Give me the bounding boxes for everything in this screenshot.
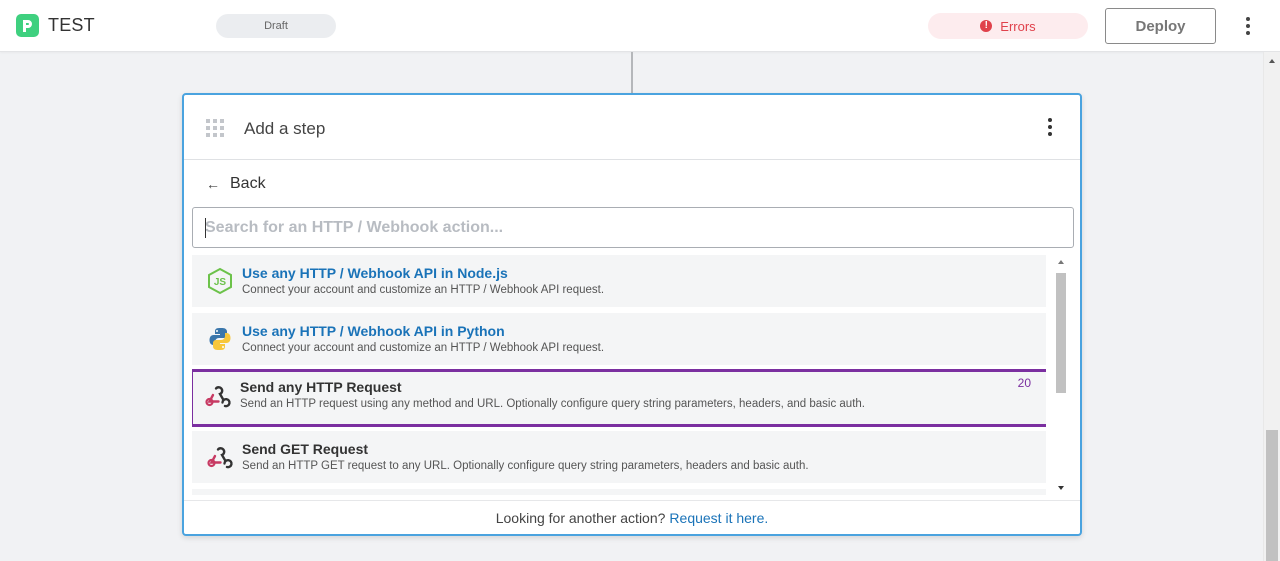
card-footer: Looking for another action? Request it h… xyxy=(184,500,1080,534)
search-field[interactable] xyxy=(192,207,1074,248)
item-description: Send an HTTP request using any method an… xyxy=(240,398,865,410)
page-scrollbar[interactable] xyxy=(1263,52,1280,561)
errors-label: Errors xyxy=(1000,18,1036,34)
item-title: Send GET Request xyxy=(242,441,369,457)
webhook-icon xyxy=(205,386,231,408)
page-scrollbar-thumb[interactable] xyxy=(1266,430,1278,561)
list-scroll-up-icon[interactable] xyxy=(1058,260,1064,264)
list-item[interactable]: Send GET Request Send an HTTP GET reques… xyxy=(192,431,1046,483)
search-input[interactable] xyxy=(193,208,1073,247)
back-button[interactable]: ← Back xyxy=(206,175,266,193)
item-description: Connect your account and customize an HT… xyxy=(242,342,605,354)
more-options-icon[interactable] xyxy=(1240,15,1256,37)
svg-text:JS: JS xyxy=(214,277,227,288)
item-count-badge: 20 xyxy=(1017,376,1031,390)
list-item-partial[interactable] xyxy=(192,489,1046,495)
item-description: Send an HTTP GET request to any URL. Opt… xyxy=(242,460,809,472)
workflow-title[interactable]: TEST xyxy=(48,15,95,36)
item-title: Use any HTTP / Webhook API in Node.js xyxy=(242,265,508,281)
python-icon xyxy=(209,328,231,350)
action-list: JS Use any HTTP / Webhook API in Node.js… xyxy=(192,255,1046,495)
item-title: Use any HTTP / Webhook API in Python xyxy=(242,323,505,339)
card-title: Add a step xyxy=(244,119,326,138)
request-action-link[interactable]: Request it here. xyxy=(669,510,768,526)
item-title: Send any HTTP Request xyxy=(240,379,402,395)
list-scrollbar[interactable] xyxy=(1054,255,1068,495)
footer-text: Looking for another action? xyxy=(495,509,666,526)
back-label: Back xyxy=(230,175,266,192)
list-item[interactable]: Use any HTTP / Webhook API in Python Con… xyxy=(192,313,1046,365)
step-connector-line xyxy=(631,52,633,94)
list-scroll-down-icon[interactable] xyxy=(1058,486,1064,490)
drag-grid-icon[interactable] xyxy=(206,119,224,137)
list-scrollbar-thumb[interactable] xyxy=(1056,273,1066,393)
status-badge: Draft xyxy=(216,14,336,38)
add-step-card: Add a step ← Back JS Use any HTTP / Webh… xyxy=(182,93,1082,536)
card-options-icon[interactable] xyxy=(1042,116,1058,138)
back-arrow-icon: ← xyxy=(206,176,220,192)
card-header: Add a step xyxy=(184,95,1080,160)
top-bar: TEST Draft ! Errors Deploy xyxy=(0,0,1280,52)
error-icon: ! xyxy=(980,20,993,32)
list-item[interactable]: JS Use any HTTP / Webhook API in Node.js… xyxy=(192,255,1046,307)
errors-button[interactable]: ! Errors xyxy=(928,13,1088,39)
text-caret xyxy=(205,218,206,238)
pipedream-logo-icon[interactable] xyxy=(16,14,39,37)
list-item-selected[interactable]: Send any HTTP Request Send an HTTP reque… xyxy=(192,369,1046,427)
scroll-up-arrow-icon[interactable] xyxy=(1269,59,1275,63)
item-description: Connect your account and customize an HT… xyxy=(242,284,605,296)
deploy-button[interactable]: Deploy xyxy=(1105,8,1216,44)
nodejs-icon: JS xyxy=(208,267,232,295)
webhook-icon xyxy=(207,447,233,469)
